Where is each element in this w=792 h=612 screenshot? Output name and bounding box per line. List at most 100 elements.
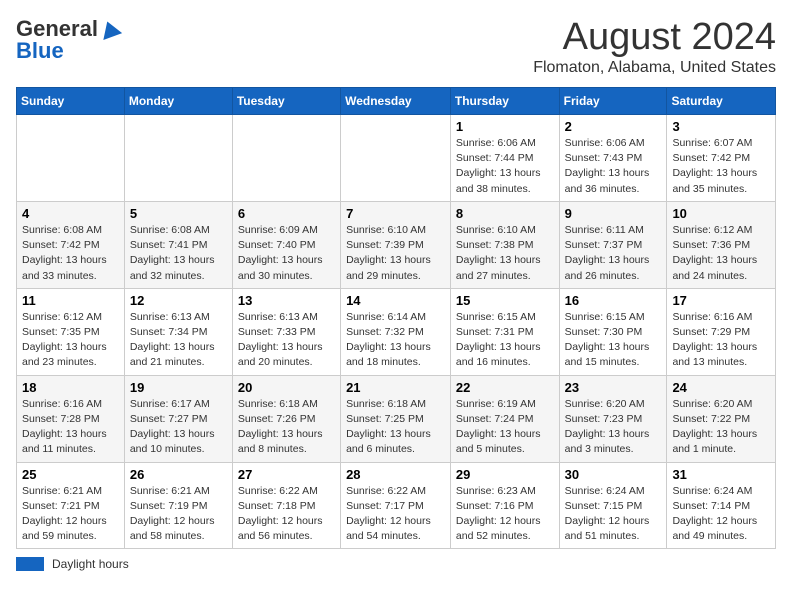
- cell-info: Sunrise: 6:23 AM Sunset: 7:16 PM Dayligh…: [456, 484, 554, 545]
- calendar-cell: 10 Sunrise: 6:12 AM Sunset: 7:36 PM Dayli…: [667, 201, 776, 288]
- day-number: 20: [238, 380, 335, 395]
- day-number: 28: [346, 467, 445, 482]
- calendar-cell: 30 Sunrise: 6:24 AM Sunset: 7:15 PM Dayli…: [559, 462, 667, 549]
- calendar-cell: 7 Sunrise: 6:10 AM Sunset: 7:39 PM Daylig…: [341, 201, 451, 288]
- cell-info: Sunrise: 6:18 AM Sunset: 7:25 PM Dayligh…: [346, 397, 445, 458]
- logo-blue-text: Blue: [16, 38, 64, 64]
- cell-info: Sunrise: 6:20 AM Sunset: 7:23 PM Dayligh…: [565, 397, 662, 458]
- day-number: 22: [456, 380, 554, 395]
- day-number: 11: [22, 293, 119, 308]
- calendar-cell: 12 Sunrise: 6:13 AM Sunset: 7:34 PM Dayli…: [124, 288, 232, 375]
- cell-info: Sunrise: 6:19 AM Sunset: 7:24 PM Dayligh…: [456, 397, 554, 458]
- calendar-cell: 21 Sunrise: 6:18 AM Sunset: 7:25 PM Dayli…: [341, 375, 451, 462]
- calendar-cell: 26 Sunrise: 6:21 AM Sunset: 7:19 PM Dayli…: [124, 462, 232, 549]
- calendar-cell: 16Sunrise: 6:15 AM Sunset: 7:30 PM Dayli…: [559, 288, 667, 375]
- calendar-cell: 25Sunrise: 6:21 AM Sunset: 7:21 PM Dayli…: [17, 462, 125, 549]
- weekday-header-friday: Friday: [559, 88, 667, 115]
- cell-info: Sunrise: 6:10 AM Sunset: 7:38 PM Dayligh…: [456, 223, 554, 284]
- cell-info: Sunrise: 6:14 AM Sunset: 7:32 PM Dayligh…: [346, 310, 445, 371]
- calendar-cell: 6 Sunrise: 6:09 AM Sunset: 7:40 PM Daylig…: [232, 201, 340, 288]
- calendar-cell: 2 Sunrise: 6:06 AM Sunset: 7:43 PM Daylig…: [559, 115, 667, 202]
- cell-info: Sunrise: 6:16 AM Sunset: 7:29 PM Dayligh…: [672, 310, 770, 371]
- calendar-cell: 19 Sunrise: 6:17 AM Sunset: 7:27 PM Dayli…: [124, 375, 232, 462]
- cell-info: Sunrise: 6:21 AM Sunset: 7:21 PM Dayligh…: [22, 484, 119, 545]
- cell-info: Sunrise: 6:21 AM Sunset: 7:19 PM Dayligh…: [130, 484, 227, 545]
- calendar-cell: 9Sunrise: 6:11 AM Sunset: 7:37 PM Daylig…: [559, 201, 667, 288]
- day-number: 12: [130, 293, 227, 308]
- day-number: 29: [456, 467, 554, 482]
- day-number: 15: [456, 293, 554, 308]
- day-number: 23: [565, 380, 662, 395]
- legend-color-box: [16, 557, 44, 571]
- cell-info: Sunrise: 6:22 AM Sunset: 7:17 PM Dayligh…: [346, 484, 445, 545]
- page-subtitle: Flomaton, Alabama, United States: [533, 59, 776, 77]
- weekday-header-saturday: Saturday: [667, 88, 776, 115]
- day-number: 13: [238, 293, 335, 308]
- cell-info: Sunrise: 6:15 AM Sunset: 7:30 PM Dayligh…: [565, 310, 662, 371]
- calendar-cell: 14 Sunrise: 6:14 AM Sunset: 7:32 PM Dayli…: [341, 288, 451, 375]
- cell-info: Sunrise: 6:07 AM Sunset: 7:42 PM Dayligh…: [672, 136, 770, 197]
- day-number: 2: [565, 119, 662, 134]
- cell-info: Sunrise: 6:12 AM Sunset: 7:35 PM Dayligh…: [22, 310, 119, 371]
- day-number: 18: [22, 380, 119, 395]
- weekday-header-monday: Monday: [124, 88, 232, 115]
- cell-info: Sunrise: 6:20 AM Sunset: 7:22 PM Dayligh…: [672, 397, 770, 458]
- day-number: 14: [346, 293, 445, 308]
- cell-info: Sunrise: 6:17 AM Sunset: 7:27 PM Dayligh…: [130, 397, 227, 458]
- cell-info: Sunrise: 6:13 AM Sunset: 7:33 PM Dayligh…: [238, 310, 335, 371]
- calendar-cell: 27 Sunrise: 6:22 AM Sunset: 7:18 PM Dayli…: [232, 462, 340, 549]
- weekday-header-wednesday: Wednesday: [341, 88, 451, 115]
- calendar-cell: 17 Sunrise: 6:16 AM Sunset: 7:29 PM Dayli…: [667, 288, 776, 375]
- title-block: August 2024 Flomaton, Alabama, United St…: [533, 16, 776, 77]
- weekday-header-sunday: Sunday: [17, 88, 125, 115]
- cell-info: Sunrise: 6:18 AM Sunset: 7:26 PM Dayligh…: [238, 397, 335, 458]
- calendar-cell: 4 Sunrise: 6:08 AM Sunset: 7:42 PM Daylig…: [17, 201, 125, 288]
- calendar-cell: 18 Sunrise: 6:16 AM Sunset: 7:28 PM Dayli…: [17, 375, 125, 462]
- calendar-cell: 20 Sunrise: 6:18 AM Sunset: 7:26 PM Dayli…: [232, 375, 340, 462]
- cell-info: Sunrise: 6:09 AM Sunset: 7:40 PM Dayligh…: [238, 223, 335, 284]
- cell-info: Sunrise: 6:16 AM Sunset: 7:28 PM Dayligh…: [22, 397, 119, 458]
- legend-label: Daylight hours: [52, 557, 129, 571]
- calendar-cell: 28 Sunrise: 6:22 AM Sunset: 7:17 PM Dayli…: [341, 462, 451, 549]
- day-number: 17: [672, 293, 770, 308]
- day-number: 30: [565, 467, 662, 482]
- cell-info: Sunrise: 6:24 AM Sunset: 7:14 PM Dayligh…: [672, 484, 770, 545]
- calendar-table: SundayMondayTuesdayWednesdayThursdayFrid…: [16, 87, 776, 549]
- legend: Daylight hours: [16, 557, 776, 571]
- calendar-cell: 24 Sunrise: 6:20 AM Sunset: 7:22 PM Dayli…: [667, 375, 776, 462]
- cell-info: Sunrise: 6:06 AM Sunset: 7:43 PM Dayligh…: [565, 136, 662, 197]
- day-number: 8: [456, 206, 554, 221]
- cell-info: Sunrise: 6:22 AM Sunset: 7:18 PM Dayligh…: [238, 484, 335, 545]
- calendar-cell: 23 Sunrise: 6:20 AM Sunset: 7:23 PM Dayli…: [559, 375, 667, 462]
- day-number: 7: [346, 206, 445, 221]
- logo-triangle-icon: [98, 18, 122, 40]
- day-number: 3: [672, 119, 770, 134]
- weekday-header-thursday: Thursday: [450, 88, 559, 115]
- cell-info: Sunrise: 6:06 AM Sunset: 7:44 PM Dayligh…: [456, 136, 554, 197]
- day-number: 27: [238, 467, 335, 482]
- day-number: 5: [130, 206, 227, 221]
- cell-info: Sunrise: 6:12 AM Sunset: 7:36 PM Dayligh…: [672, 223, 770, 284]
- day-number: 31: [672, 467, 770, 482]
- day-number: 6: [238, 206, 335, 221]
- day-number: 4: [22, 206, 119, 221]
- cell-info: Sunrise: 6:24 AM Sunset: 7:15 PM Dayligh…: [565, 484, 662, 545]
- cell-info: Sunrise: 6:08 AM Sunset: 7:41 PM Dayligh…: [130, 223, 227, 284]
- day-number: 1: [456, 119, 554, 134]
- page-header: General Blue August 2024 Flomaton, Alaba…: [16, 16, 776, 77]
- calendar-cell: 15Sunrise: 6:15 AM Sunset: 7:31 PM Dayli…: [450, 288, 559, 375]
- day-number: 21: [346, 380, 445, 395]
- cell-info: Sunrise: 6:11 AM Sunset: 7:37 PM Dayligh…: [565, 223, 662, 284]
- day-number: 24: [672, 380, 770, 395]
- cell-info: Sunrise: 6:10 AM Sunset: 7:39 PM Dayligh…: [346, 223, 445, 284]
- calendar-cell: 22 Sunrise: 6:19 AM Sunset: 7:24 PM Dayli…: [450, 375, 559, 462]
- day-number: 26: [130, 467, 227, 482]
- day-number: 19: [130, 380, 227, 395]
- cell-info: Sunrise: 6:08 AM Sunset: 7:42 PM Dayligh…: [22, 223, 119, 284]
- calendar-cell: [341, 115, 451, 202]
- calendar-cell: 8 Sunrise: 6:10 AM Sunset: 7:38 PM Daylig…: [450, 201, 559, 288]
- calendar-cell: [124, 115, 232, 202]
- cell-info: Sunrise: 6:13 AM Sunset: 7:34 PM Dayligh…: [130, 310, 227, 371]
- day-number: 10: [672, 206, 770, 221]
- weekday-header-tuesday: Tuesday: [232, 88, 340, 115]
